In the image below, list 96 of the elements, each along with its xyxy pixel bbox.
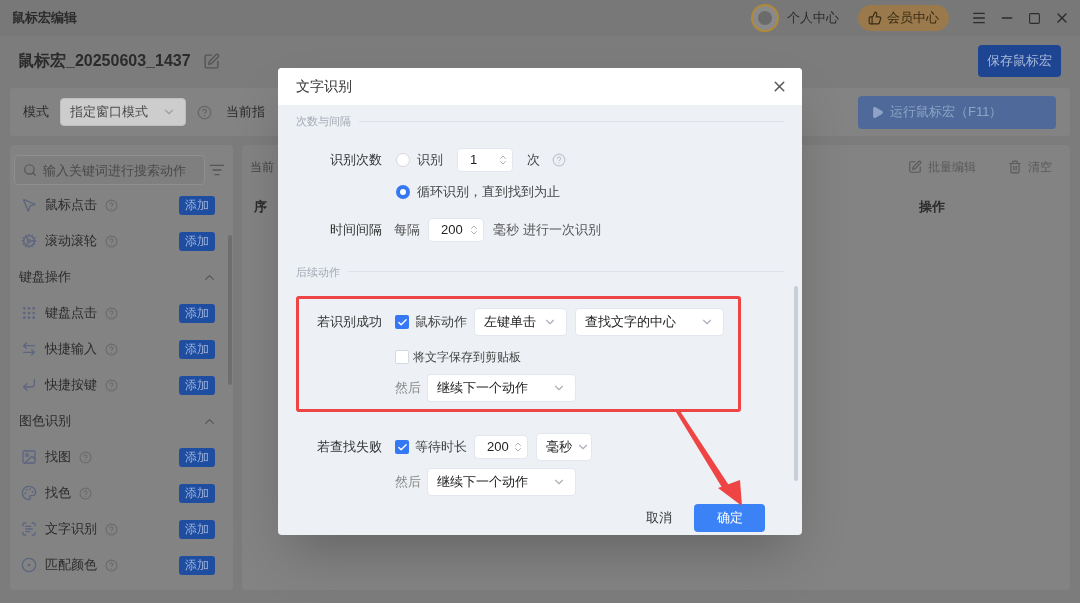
field-label: 若查找失败 (316, 438, 382, 457)
section-title: 次数与间隔 (296, 114, 351, 129)
help-icon[interactable] (197, 104, 212, 120)
run-macro-button[interactable]: 运行鼠标宏（F11） (858, 95, 1056, 129)
dot-circle-icon (21, 557, 37, 573)
window-title: 鼠标宏编辑 (12, 9, 77, 28)
action-label: 找图 (45, 448, 71, 467)
save-macro-button[interactable]: 保存鼠标宏 (978, 45, 1061, 77)
edit-icon (908, 160, 922, 174)
help-icon[interactable] (105, 558, 118, 572)
action-label: 找色 (45, 484, 71, 503)
column-header: 操作 (919, 198, 945, 217)
checkbox-label: 等待时长 (415, 438, 467, 457)
action-label: 快捷输入 (45, 340, 97, 359)
radio-label: 识别 (417, 150, 443, 169)
help-icon[interactable] (105, 342, 118, 356)
help-icon[interactable] (105, 378, 118, 392)
dots-grid-icon (21, 305, 37, 321)
image-icon (21, 449, 37, 465)
action-label: 滚动滚轮 (45, 232, 97, 251)
vip-center-button[interactable]: 会员中心 (858, 5, 949, 31)
return-key-icon (21, 377, 37, 393)
help-icon[interactable] (105, 198, 118, 212)
thumbs-up-icon (868, 11, 882, 25)
add-button[interactable]: 添加 (179, 519, 215, 539)
current-label: 当前指 (226, 103, 265, 122)
dialog-title: 文字识别 (296, 77, 352, 96)
category-header[interactable]: 键盘操作 (10, 259, 233, 295)
help-icon[interactable] (105, 306, 118, 320)
action-label: 快捷按键 (45, 376, 97, 395)
cancel-button[interactable]: 取消 (646, 508, 672, 528)
click-position-select[interactable]: 查找文字的中心 (575, 308, 724, 336)
field-label: 时间间隔 (329, 220, 382, 239)
then-label: 然后 (395, 473, 421, 492)
interval-suffix: 毫秒 进行一次识别 (493, 220, 601, 239)
maximize-icon[interactable] (1028, 11, 1041, 25)
stepper-icon (468, 223, 480, 236)
column-header: 序 (254, 198, 267, 217)
help-icon[interactable] (105, 234, 118, 248)
action-label: 鼠标点击 (45, 196, 97, 215)
checkbox[interactable] (395, 315, 409, 329)
radio-button[interactable] (396, 184, 410, 199)
user-center-link[interactable]: 个人中心 (787, 8, 839, 28)
action-label: 键盘点击 (45, 304, 97, 323)
macro-name: 鼠标宏_20250603_1437 (18, 51, 191, 71)
checkbox[interactable] (395, 350, 409, 364)
trash-icon (1008, 160, 1022, 174)
checkbox-label: 将文字保存到剪贴板 (413, 349, 521, 366)
unit-label: 次 (527, 150, 540, 169)
help-icon[interactable] (79, 486, 92, 500)
section-title: 后续动作 (296, 264, 340, 280)
category-header[interactable]: 图色识别 (10, 403, 233, 439)
mode-label: 模式 (23, 103, 49, 122)
action-label: 匹配颜色 (45, 556, 97, 575)
add-button[interactable]: 添加 (179, 195, 215, 215)
edit-icon[interactable] (202, 52, 220, 70)
interval-input[interactable]: 200 (428, 217, 484, 242)
search-icon (23, 163, 37, 177)
avatar-icon[interactable] (751, 4, 779, 32)
text-scan-icon (21, 521, 37, 537)
unit-select[interactable]: 毫秒 (536, 433, 592, 461)
help-icon[interactable] (79, 450, 92, 464)
help-icon[interactable] (105, 522, 118, 536)
action-label: 文字识别 (45, 520, 97, 539)
mode-select[interactable]: 指定窗口模式 (60, 98, 186, 126)
arrows-icon (21, 341, 37, 357)
field-label: 若识别成功 (316, 313, 382, 332)
then-select[interactable]: 继续下一个动作 (427, 468, 576, 496)
then-label: 然后 (395, 379, 421, 398)
palette-icon (21, 485, 37, 501)
play-icon (871, 105, 884, 119)
add-button[interactable]: 添加 (179, 555, 215, 575)
filter-icon[interactable] (209, 162, 225, 178)
stepper-icon (512, 441, 524, 453)
checkbox-label: 鼠标动作 (415, 313, 467, 332)
add-button[interactable]: 添加 (179, 303, 215, 323)
radio-label: 循环识别，直到找到为止 (417, 182, 560, 201)
add-button[interactable]: 添加 (179, 447, 215, 467)
stepper-icon (497, 153, 509, 166)
add-button[interactable]: 添加 (179, 231, 215, 251)
confirm-button[interactable]: 确定 (694, 504, 765, 532)
checkbox[interactable] (395, 440, 409, 454)
add-button[interactable]: 添加 (179, 375, 215, 395)
menu-icon[interactable] (971, 10, 987, 26)
scrollbar-thumb[interactable] (794, 286, 798, 481)
field-label: 识别次数 (329, 150, 382, 169)
wait-input[interactable]: 200 (474, 435, 528, 459)
gear-icon (21, 233, 37, 249)
mouse-pointer-icon (21, 197, 37, 213)
add-button[interactable]: 添加 (179, 483, 215, 503)
interval-prefix: 每隔 (394, 220, 420, 239)
count-input[interactable]: 1 (457, 147, 513, 172)
mouse-button-select[interactable]: 左键单击 (474, 308, 567, 336)
then-select[interactable]: 继续下一个动作 (427, 374, 576, 402)
add-button[interactable]: 添加 (179, 339, 215, 359)
help-icon[interactable] (552, 152, 566, 167)
